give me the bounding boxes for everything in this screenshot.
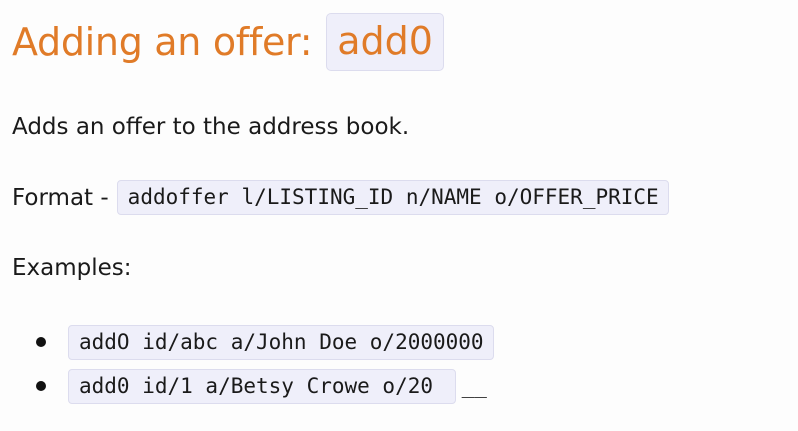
example-code: add0 id/1 a/Betsy Crowe o/20 — [68, 368, 456, 404]
example-code: addO id/abc a/John Doe o/2000000 — [68, 324, 494, 360]
format-label: Format - — [12, 184, 109, 211]
examples-label: Examples: — [12, 255, 132, 281]
section-heading: Adding an offer: add0 — [12, 13, 444, 71]
bullet-icon — [36, 381, 46, 391]
heading-command-code: add0 — [326, 13, 444, 71]
format-paragraph: Format - addoffer l/LISTING_ID n/NAME o/… — [12, 180, 669, 215]
format-code: addoffer l/LISTING_ID n/NAME o/OFFER_PRI… — [116, 180, 669, 215]
examples-list: addO id/abc a/John Doe o/2000000 add0 id… — [12, 320, 494, 408]
list-item: addO id/abc a/John Doe o/2000000 — [12, 320, 494, 364]
list-item: add0 id/1 a/Betsy Crowe o/20 __ — [12, 364, 494, 408]
heading-title: Adding an offer: — [12, 20, 313, 64]
description-paragraph: Adds an offer to the address book. — [12, 114, 410, 140]
example-trailing-text: __ — [461, 374, 487, 398]
bullet-icon — [36, 337, 46, 347]
